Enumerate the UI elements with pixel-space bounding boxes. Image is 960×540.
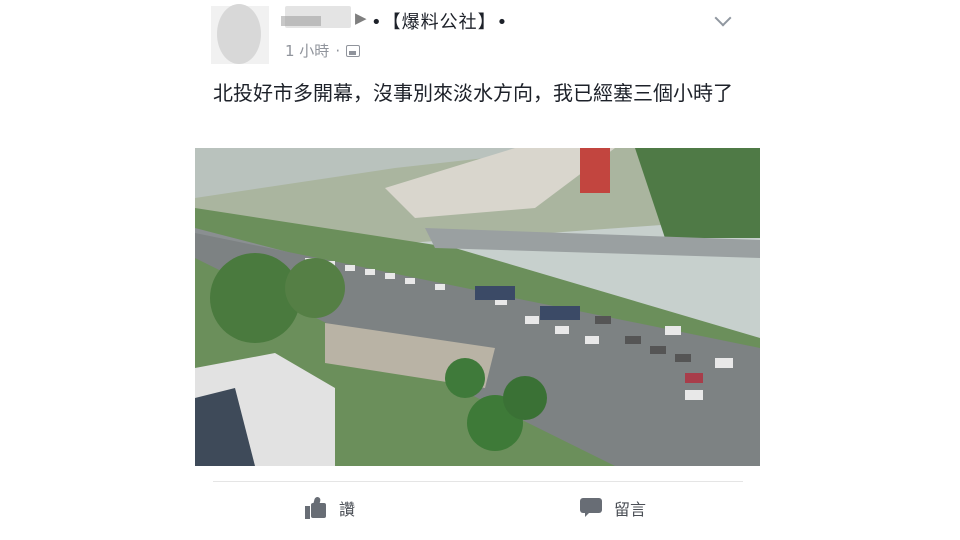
avatar[interactable] xyxy=(217,4,261,64)
action-divider xyxy=(213,481,743,482)
post-meta: 1 小時 · xyxy=(285,40,361,61)
timestamp[interactable]: 1 小時 xyxy=(285,40,329,61)
post-text: 北投好市多開幕，沒事別來淡水方向，我已經塞三個小時了 xyxy=(213,81,733,105)
thumbs-up-icon xyxy=(305,496,327,519)
facebook-post: ▶ •【爆料公社】• 1 小時 · 北投好市多開幕，沒事別來淡水方向，我已經塞三… xyxy=(195,0,765,540)
like-label: 讚 xyxy=(339,500,356,519)
author-name-fragment xyxy=(281,16,321,26)
traffic-jam-photo xyxy=(195,148,760,466)
comment-button[interactable]: 留言 xyxy=(580,496,646,520)
comment-bubble-icon xyxy=(580,498,602,518)
group-name[interactable]: •【爆料公社】• xyxy=(371,8,508,34)
post-photo[interactable] xyxy=(195,148,760,466)
comment-label: 留言 xyxy=(614,500,647,519)
meta-separator: · xyxy=(335,41,341,60)
share-arrow-icon: ▶ xyxy=(355,9,367,27)
album-icon xyxy=(346,44,361,57)
chevron-down-icon[interactable] xyxy=(714,9,732,27)
like-button[interactable]: 讚 xyxy=(305,496,355,520)
